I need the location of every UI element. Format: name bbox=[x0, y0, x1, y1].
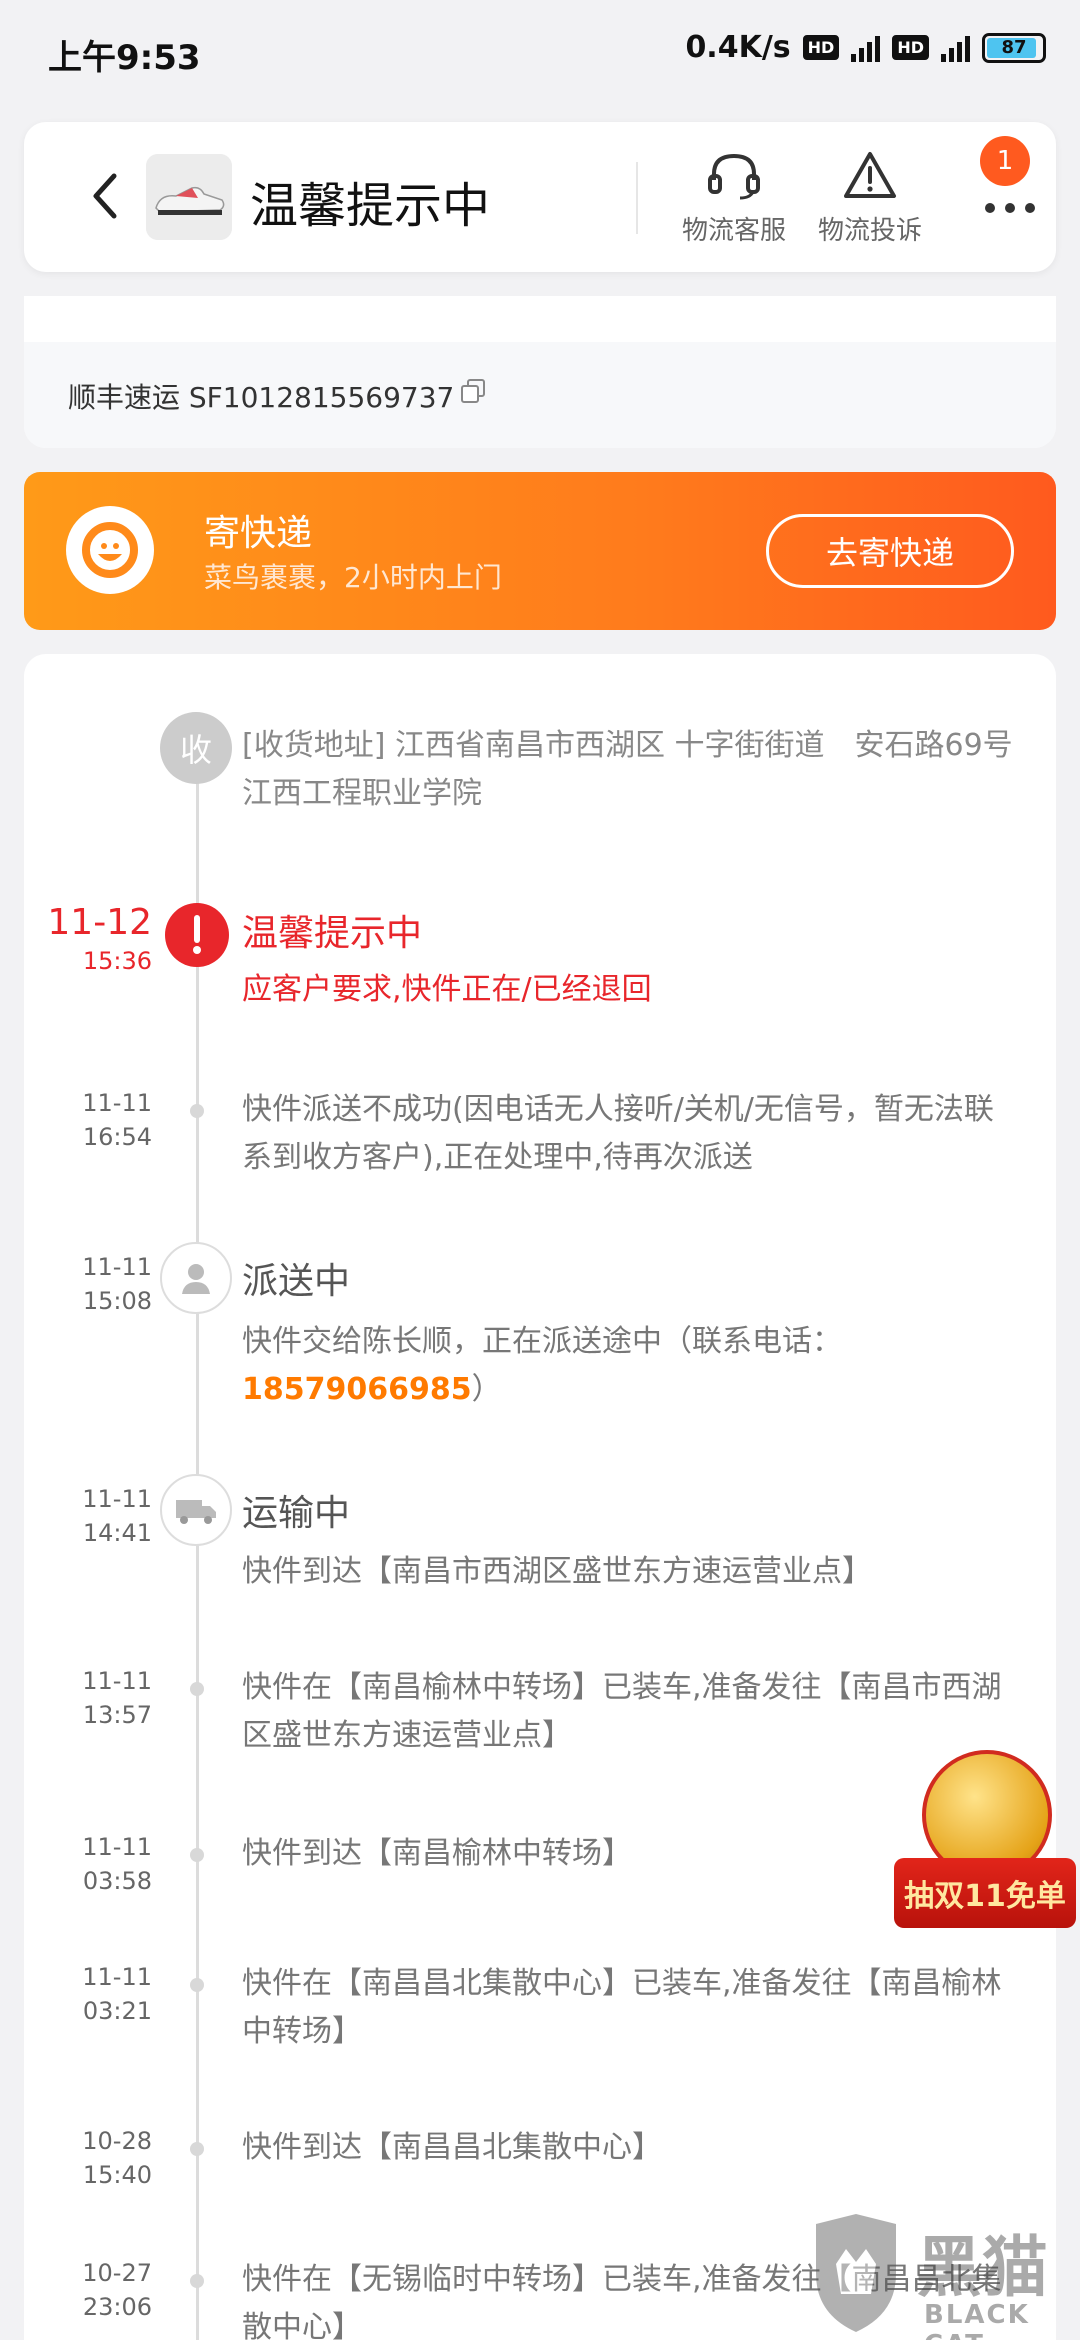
event-date: 10-27 23:06 bbox=[82, 2259, 152, 2321]
page-title: 温馨提示中 bbox=[250, 178, 491, 234]
event-text: 快件交给陈长顺，正在派送途中（联系电话： 18579066985） bbox=[242, 1324, 842, 1407]
phone-link[interactable]: 18579066985 bbox=[242, 1372, 472, 1407]
product-thumbnail[interactable] bbox=[146, 154, 232, 240]
event-text: 应客户要求,快件正在/已经退回 bbox=[242, 972, 652, 1007]
signal-icon-2 bbox=[941, 34, 970, 62]
status-bar: 上午9:53 0.4K/s HD HD 87 bbox=[0, 0, 1080, 104]
event-date: 11-11 15:08 bbox=[82, 1253, 152, 1315]
event-title: 运输中 bbox=[242, 1493, 351, 1534]
timeline-dot bbox=[190, 2274, 204, 2288]
shoe-icon bbox=[146, 154, 232, 240]
status-indicators: 0.4K/s HD HD 87 bbox=[685, 30, 1046, 65]
notification-badge: 1 bbox=[980, 136, 1030, 186]
watermark-text: 黑猫 bbox=[916, 2229, 1048, 2306]
battery-icon: 87 bbox=[982, 32, 1046, 63]
timeline-dot bbox=[190, 1104, 204, 1118]
hd-icon-2: HD bbox=[892, 35, 929, 60]
cat-shield-icon bbox=[816, 2214, 896, 2332]
chevron-left-icon bbox=[93, 173, 117, 219]
network-speed: 0.4K/s bbox=[685, 30, 791, 65]
event-date: 11-11 14:41 bbox=[82, 1485, 152, 1547]
send-express-button[interactable]: 去寄快递 bbox=[766, 514, 1014, 588]
more-dots-icon bbox=[985, 203, 1035, 213]
send-express-banner[interactable]: 寄快递 菜鸟裹裹，2小时内上门 去寄快递 bbox=[24, 472, 1056, 630]
more-button[interactable] bbox=[964, 180, 1040, 220]
logistics-complaint-label: 物流投诉 bbox=[817, 216, 922, 246]
event-date: 11-11 13:57 bbox=[82, 1667, 152, 1729]
header-divider bbox=[636, 162, 638, 234]
event-date: 11-11 16:54 bbox=[82, 1089, 152, 1151]
logistics-service-button[interactable]: 物流客服 bbox=[674, 146, 794, 247]
timeline-dot bbox=[190, 1848, 204, 1862]
courier-icon bbox=[160, 1242, 232, 1314]
timeline-line bbox=[196, 780, 199, 2340]
tracking-card: 顺丰速运 SF1012815569737 bbox=[24, 296, 1056, 448]
copy-icon[interactable] bbox=[460, 378, 486, 408]
promo-label: 抽双11免单 bbox=[894, 1858, 1076, 1928]
hd-icon: HD bbox=[802, 35, 840, 60]
event-date: 11-12 15:36 bbox=[47, 902, 152, 975]
event-text: 快件到达【南昌市西湖区盛世东方速运营业点】 bbox=[242, 1554, 872, 1589]
receive-address-icon: 收 bbox=[160, 712, 232, 784]
banner-subtitle: 菜鸟裹裹，2小时内上门 bbox=[204, 561, 502, 594]
header-bar: 温馨提示中 物流客服 物流投诉 1 bbox=[24, 122, 1056, 272]
timeline-dot bbox=[190, 1978, 204, 1992]
double11-promo-button[interactable]: 抽双11免单 bbox=[894, 1750, 1076, 1946]
timeline-dot bbox=[190, 1682, 204, 1696]
alert-icon bbox=[164, 902, 230, 972]
address-text: [收货地址] 江西省南昌市西湖区 十字街街道 安石路69号江西工程职业学院 bbox=[242, 728, 1013, 811]
banner-title: 寄快递 bbox=[204, 513, 313, 554]
warning-icon bbox=[844, 152, 896, 198]
logistics-service-label: 物流客服 bbox=[681, 216, 786, 246]
event-text: 快件派送不成功(因电话无人接听/关机/无信号，暂无法联系到收方客户),正在处理中… bbox=[242, 1092, 994, 1175]
event-date: 11-11 03:58 bbox=[82, 1833, 152, 1895]
logistics-complaint-button[interactable]: 物流投诉 bbox=[810, 146, 930, 247]
tracking-number: 顺丰速运 SF1012815569737 bbox=[68, 381, 455, 414]
event-title: 派送中 bbox=[242, 1261, 351, 1302]
event-text: 快件在【南昌榆林中转场】已装车,准备发往【南昌市西湖区盛世东方速运营业点】 bbox=[242, 1670, 1002, 1753]
back-button[interactable] bbox=[76, 166, 136, 226]
blackcat-watermark: 黑猫 BLACK CAT bbox=[806, 2214, 1076, 2340]
headset-icon bbox=[708, 153, 760, 200]
event-date: 10-28 15:40 bbox=[82, 2127, 152, 2189]
signal-icon bbox=[851, 34, 881, 62]
event-date: 11-11 03:21 bbox=[82, 1963, 152, 2025]
timeline-dot bbox=[190, 2142, 204, 2156]
watermark-subtext: BLACK CAT bbox=[924, 2300, 1030, 2340]
event-title: 温馨提示中 bbox=[242, 913, 423, 954]
event-text: 快件到达【南昌昌北集散中心】 bbox=[242, 2130, 662, 2165]
cainiao-logo-icon bbox=[66, 506, 154, 594]
status-time: 上午9:53 bbox=[48, 38, 201, 78]
event-text: 快件在【南昌昌北集散中心】已装车,准备发往【南昌榆林中转场】 bbox=[242, 1966, 1002, 2049]
truck-icon bbox=[160, 1474, 232, 1546]
